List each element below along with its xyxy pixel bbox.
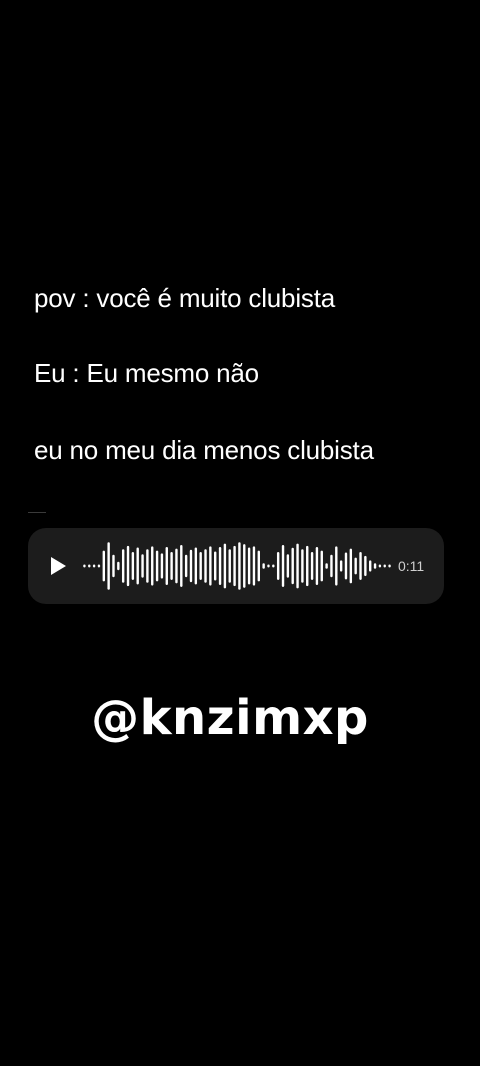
waveform-bar [262,563,265,569]
waveform-bar [218,546,222,586]
waveform-bar [194,547,198,585]
waveform-bar [281,545,285,587]
waveform-bar [175,548,178,584]
caption-line-1: pov : você é muito clubista [34,283,335,313]
waveform-bar [359,552,362,580]
waveform-bar [388,564,391,568]
waveform-bar [180,545,183,587]
waveform-bar [325,563,328,569]
waveform-bar [199,552,202,580]
waveform-bar [344,552,348,580]
waveform-bar [272,564,275,568]
waveform-bar [306,545,309,587]
audio-waveform[interactable] [82,536,392,596]
waveform-bar [160,553,164,579]
waveform-bar [373,563,377,569]
duration-label: 0:11 [398,558,425,574]
waveform-bar [146,549,149,583]
waveform-bar [121,549,125,583]
waveform-bar [112,554,115,578]
waveform-bar [214,551,217,581]
caption-line-3: eu no meu dia menos clubista [34,435,374,465]
waveform-bar [170,552,173,580]
waveform-bar [131,552,135,580]
waveform-bar [252,546,256,586]
waveform-bar [286,554,290,578]
waveform-bar [97,564,101,568]
waveform-bar [107,542,110,590]
waveform-bar [301,549,304,583]
waveform-bar [339,560,343,572]
voice-message-bubble[interactable]: 0:11 [28,528,444,604]
waveform-bar [88,564,91,568]
caption-line-2: Eu : Eu mesmo não [34,358,259,388]
username-handle: @knzimxp [91,690,369,746]
waveform-bar [364,555,367,577]
waveform-bar [267,564,270,568]
waveform-bar [257,550,260,582]
waveform-bar [126,545,130,587]
waveform-bar [209,546,212,586]
waveform-bar [315,546,319,586]
waveform-bar [141,554,144,578]
waveform-bar [243,544,246,588]
waveform-bar [369,560,372,572]
waveform-bar [83,564,86,568]
waveform-bar [354,557,357,575]
waveform-bar [276,552,280,580]
waveform-bar [238,542,241,590]
waveform-bar [320,550,323,582]
play-button[interactable] [40,550,72,582]
waveform-bar [189,549,193,583]
waveform-bar [117,561,120,571]
waveform-bar [383,564,386,568]
divider [28,512,46,513]
waveform-bar [247,547,251,585]
waveform-bar [184,554,188,578]
waveform-bar [291,547,294,585]
waveform-bar [233,545,236,587]
waveform-bar [330,554,333,578]
waveform-bar [296,543,299,589]
waveform-bar [349,548,353,584]
waveform-bar [151,546,154,586]
waveform-bar [92,564,96,568]
waveform-bar [335,546,338,586]
waveform-bar [378,564,382,568]
play-icon [50,557,66,575]
waveform-bar [165,546,168,586]
waveform-bar [155,550,159,582]
waveform-bar [228,549,231,583]
waveform-bar [102,550,105,582]
waveform-bar [204,549,207,583]
waveform-bar [136,547,139,585]
waveform-bar [310,552,314,580]
waveform-bar [223,543,227,589]
